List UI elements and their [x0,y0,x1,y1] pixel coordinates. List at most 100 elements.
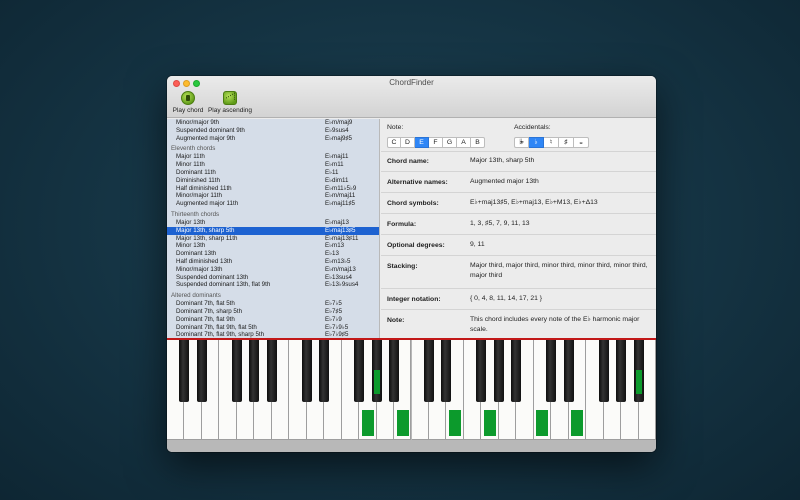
play-ascending-button[interactable]: Play ascending [206,91,254,114]
chord-row-name: Major 13th [176,218,206,226]
black-key[interactable] [196,340,207,402]
black-key[interactable] [231,340,242,402]
black-key[interactable] [179,340,190,402]
chord-row[interactable]: Dominant 11th E♭11 [167,169,379,177]
alternative-names-value: Augmented major 13th [470,178,539,185]
integer-notation-value: { 0, 4, 8, 11, 14, 17, 21 } [470,295,543,302]
chord-group-header: Eleventh chords [171,145,216,153]
chord-row[interactable]: Dominant 7th, flat 9th, flat 5th E♭7♭9♭5 [167,324,379,332]
accidental-option[interactable]: ♮ [544,137,559,148]
chord-row[interactable]: Dominant 7th, flat 9th E♭7♭9 [167,316,379,324]
chord-row-name: Major 11th [176,153,205,161]
optional-degrees-row: Optional degrees: 9, 11 [381,234,656,255]
chord-row[interactable]: Major 13th E♭maj13 [167,219,379,227]
chord-row[interactable]: Suspended dominant 13th, flat 9th E♭13♭9s… [167,281,379,289]
black-key[interactable] [616,340,627,402]
optional-degrees-label: Optional degrees: [387,242,445,249]
chord-row-symbol: E♭13 [325,250,339,258]
highlighted-note-marker [484,410,497,436]
chord-row[interactable]: Minor 13th E♭m13 [167,242,379,250]
note-detail-label: Note: [387,317,405,324]
optional-degrees-value: 9, 11 [470,241,485,248]
chord-row-symbol: E♭13sus4 [325,273,352,281]
chord-row[interactable]: Dominant 13th E♭13 [167,250,379,258]
chord-row-name: Minor 13th [176,242,206,250]
accidental-option[interactable]: 𝄫 [514,137,529,148]
note-option[interactable]: A [457,137,471,148]
chord-list[interactable]: Minor/major 9th E♭m/maj9 Suspended dominan… [167,119,380,338]
chord-row[interactable]: Augmented major 11th E♭maj11♯5 [167,200,379,208]
chord-row-symbol: E♭7♭5 [325,300,342,308]
stacking-value: Major third, major third, minor third, m… [470,262,648,279]
accidental-option[interactable]: ♯ [559,137,574,148]
accidental-option[interactable]: ♭ [529,137,544,148]
chord-row[interactable]: Minor/major 13th E♭m/maj13 [167,266,379,274]
chord-row-symbol: E♭7♭9♭5 [325,323,349,331]
black-key[interactable] [441,340,452,402]
highlighted-note-marker [571,410,584,436]
chord-row-symbol: E♭maj11 [325,153,349,161]
note-option[interactable]: D [401,137,415,148]
chord-row-name: Minor/major 11th [176,192,222,200]
note-option[interactable]: B [471,137,485,148]
black-key[interactable] [319,340,330,402]
black-key[interactable] [598,340,609,402]
formula-row: Formula: 1, 3, ♯5, 7, 9, 11, 13 [381,213,656,234]
black-key[interactable] [389,340,400,402]
highlighted-note-marker [536,410,549,436]
black-key[interactable] [493,340,504,402]
chord-row[interactable]: Minor/major 11th E♭m/maj11 [167,192,379,200]
integer-notation-label: Integer notation: [387,296,441,303]
chord-row-name: Dominant 7th, flat 9th, sharp 5th [176,331,265,338]
highlighted-note-marker [396,410,409,436]
black-key[interactable] [266,340,277,402]
black-key[interactable] [249,340,260,402]
note-option[interactable]: C [387,137,401,148]
black-key[interactable] [511,340,522,402]
note-segmented-control[interactable]: CDEFGAB [387,137,485,148]
black-key[interactable] [546,340,557,402]
chord-row[interactable]: Half diminished 13th E♭m13♭5 [167,258,379,266]
black-key[interactable] [354,340,365,402]
chord-row-name: Suspended dominant 13th, flat 9th [176,281,271,289]
chord-group-header: Thirteenth chords [171,210,220,218]
chord-row[interactable]: Minor/major 9th E♭m/maj9 [167,119,379,127]
black-key[interactable] [301,340,312,402]
chord-name-row: Chord name: Major 13th, sharp 5th [381,151,656,171]
chord-row[interactable]: Diminished 11th E♭dim11 [167,177,379,185]
piano-keyboard[interactable] [167,338,656,452]
chord-row[interactable]: Major 13th, sharp 11th E♭maj13♯11 [167,235,379,243]
chord-row[interactable]: Dominant 7th, flat 9th, sharp 5th E♭7♭9♯5 [167,331,379,338]
chord-row-name: Half diminished 11th [176,184,232,192]
chord-row[interactable]: Dominant 7th, sharp 5th E♭7♯5 [167,308,379,316]
chord-row[interactable]: Suspended dominant 9th E♭9sus4 [167,127,379,135]
note-option[interactable]: G [443,137,457,148]
chord-row-symbol: E♭7♭9 [325,315,342,323]
chord-row-name: Suspended dominant 13th [176,273,249,281]
chord-row-name: Major 13th, sharp 5th [176,226,235,234]
play-ascending-icon [223,91,237,105]
note-option[interactable]: E [415,137,429,148]
chord-row[interactable]: Augmented major 9th E♭maj9♯5 [167,135,379,143]
chord-row[interactable]: Suspended dominant 13th E♭13sus4 [167,274,379,282]
note-option[interactable]: F [429,137,443,148]
black-key[interactable] [423,340,434,402]
chord-name-label: Chord name: [387,158,429,165]
highlighted-note-marker [361,410,374,436]
stacking-row: Stacking: Major third, major third, mino… [381,255,656,288]
chord-row[interactable]: Dominant 7th, flat 5th E♭7♭5 [167,300,379,308]
chord-row-selected[interactable]: Major 13th, sharp 5th E♭maj13♯5 [167,226,379,235]
chord-row-name: Suspended dominant 9th [176,126,245,134]
chordfinder-window: ChordFinder Play chord Play ascending Mi… [167,76,656,452]
chord-row[interactable]: Half diminished 11th E♭m11♭5♭9 [167,185,379,193]
chord-row[interactable]: Minor 11th E♭m11 [167,161,379,169]
chord-row[interactable]: Major 11th E♭maj11 [167,153,379,161]
accidental-option[interactable]: 𝄪 [574,137,589,148]
chord-row-name: Minor/major 9th [176,119,219,126]
black-key[interactable] [476,340,487,402]
accidentals-segmented-control[interactable]: 𝄫 ♭ ♮ ♯ 𝄪 [514,137,589,148]
stacking-label: Stacking: [387,263,418,270]
chord-row-symbol: E♭maj9♯5 [325,134,352,142]
play-chord-button[interactable]: Play chord [171,91,205,114]
black-key[interactable] [563,340,574,402]
